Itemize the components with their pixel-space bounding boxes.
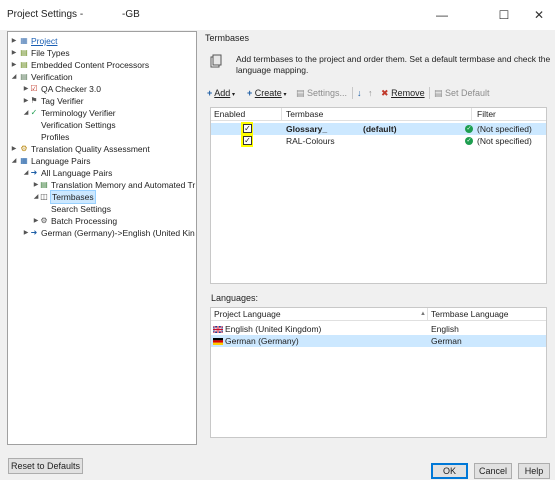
create-button[interactable]: + Create ▾ bbox=[247, 86, 286, 100]
tree-label[interactable]: File Types bbox=[31, 47, 70, 59]
column-separator[interactable] bbox=[471, 108, 472, 121]
tqa-icon: ⚙ bbox=[20, 144, 28, 153]
termbase-name: Glossary_ bbox=[286, 124, 328, 134]
move-down-icon[interactable]: ↓ bbox=[357, 86, 362, 100]
settings-button[interactable]: ▤ Settings... bbox=[296, 86, 347, 100]
expand-icon[interactable]: ▶ bbox=[10, 35, 18, 47]
verification-icon: ▤ bbox=[20, 72, 28, 81]
table-row[interactable]: ✓ RAL-Colours ✓ (Not specified) bbox=[211, 134, 546, 147]
project-language: German (Germany) bbox=[225, 336, 299, 346]
table-row[interactable]: ✓ Glossary_ (default) ✓ (Not specified) bbox=[211, 122, 546, 135]
tree-label[interactable]: All Language Pairs bbox=[41, 167, 112, 179]
arrow-right-icon: ➜ bbox=[30, 228, 38, 237]
tree-label[interactable]: Verification Settings bbox=[41, 119, 116, 131]
termbase-toolbar: + Add ▾ + Create ▾ ▤ Settings... ↓ ↑ ✖ R… bbox=[207, 86, 552, 100]
close-button[interactable]: ✕ bbox=[524, 5, 554, 25]
expand-icon[interactable]: ▶ bbox=[10, 47, 18, 59]
ok-button[interactable]: OK bbox=[431, 463, 468, 479]
table-row[interactable]: German (Germany) German bbox=[211, 335, 546, 347]
tree-label[interactable]: Verification bbox=[31, 71, 73, 83]
plus-icon: + bbox=[247, 88, 253, 98]
tree-label[interactable]: Tag Verifier bbox=[41, 95, 84, 107]
default-label: (default) bbox=[363, 124, 397, 134]
tree-label[interactable]: German (Germany)->English (United Kin bbox=[41, 227, 195, 239]
collapse-icon[interactable]: ◢ bbox=[10, 155, 18, 167]
cancel-button[interactable]: Cancel bbox=[474, 463, 512, 479]
termbase-language[interactable]: German bbox=[431, 335, 462, 347]
set-default-button[interactable]: ▤ Set Default bbox=[434, 86, 490, 100]
termbase-grid[interactable]: Enabled Termbase Filter ✓ Glossary_ (def… bbox=[210, 107, 547, 284]
embedded-content-icon: ▤ bbox=[20, 60, 28, 69]
tree-label[interactable]: Profiles bbox=[41, 131, 69, 143]
termbase-language[interactable]: English bbox=[431, 323, 459, 335]
tree-label[interactable]: Search Settings bbox=[51, 203, 111, 215]
settings-tree[interactable]: ▶ ▦ Project ▶ ▤ File Types ▶ ▤ Embedded … bbox=[7, 31, 197, 445]
tree-label[interactable]: Batch Processing bbox=[51, 215, 117, 227]
germany-flag-icon bbox=[213, 338, 223, 345]
settings-icon: ▤ bbox=[296, 88, 305, 98]
qa-checker-icon: ☑ bbox=[30, 84, 38, 93]
help-button[interactable]: Help bbox=[518, 463, 550, 479]
window-title: Project Settings - -GB bbox=[7, 9, 140, 20]
enabled-checkbox[interactable]: ✓ bbox=[243, 136, 252, 145]
tree-label[interactable]: Termbases bbox=[50, 190, 96, 204]
language-pairs-icon: ▦ bbox=[20, 156, 28, 165]
grid-header: Enabled Termbase Filter bbox=[211, 108, 546, 121]
column-separator[interactable] bbox=[427, 308, 428, 321]
tree-label[interactable]: QA Checker 3.0 bbox=[41, 83, 101, 95]
column-header-termbase-language[interactable]: Termbase Language bbox=[431, 309, 509, 319]
column-header-filter[interactable]: Filter bbox=[477, 109, 496, 119]
termbase-name: RAL-Colours bbox=[286, 136, 335, 146]
sort-ascending-icon: ▲ bbox=[420, 311, 426, 317]
column-header-termbase[interactable]: Termbase bbox=[286, 109, 323, 119]
reset-to-defaults-button[interactable]: Reset to Defaults bbox=[8, 458, 83, 474]
languages-grid[interactable]: Project Language ▲ Termbase Language Eng… bbox=[210, 307, 547, 438]
tree-label[interactable]: Translation Quality Assessment bbox=[31, 143, 150, 155]
tree-label[interactable]: Embedded Content Processors bbox=[31, 59, 149, 71]
project-language: English (United Kingdom) bbox=[225, 324, 322, 334]
uk-flag-icon bbox=[213, 326, 223, 333]
expand-icon[interactable]: ▶ bbox=[10, 143, 18, 155]
tree-label[interactable]: Language Pairs bbox=[31, 155, 91, 167]
filter-value[interactable]: (Not specified) bbox=[477, 123, 532, 135]
filter-value[interactable]: (Not specified) bbox=[477, 135, 532, 147]
tree-label[interactable]: Terminology Verifier bbox=[41, 107, 116, 119]
add-button[interactable]: + Add ▾ bbox=[207, 86, 235, 100]
move-up-icon[interactable]: ↑ bbox=[368, 86, 373, 100]
maximize-button[interactable]: ☐ bbox=[489, 5, 519, 25]
tree-label[interactable]: Project bbox=[31, 35, 57, 47]
remove-icon: ✖ bbox=[381, 88, 389, 98]
file-types-icon: ▤ bbox=[20, 48, 28, 57]
plus-icon: + bbox=[207, 88, 213, 98]
set-default-icon: ▤ bbox=[434, 88, 443, 98]
languages-label: Languages: bbox=[211, 293, 259, 303]
arrow-right-icon: ➜ bbox=[30, 168, 38, 177]
grid-header: Project Language ▲ Termbase Language bbox=[211, 308, 546, 321]
remove-button[interactable]: ✖ Remove bbox=[381, 86, 425, 100]
status-ok-icon: ✓ bbox=[465, 137, 473, 145]
translation-memory-icon: ▤ bbox=[40, 180, 48, 189]
collapse-icon[interactable]: ◢ bbox=[10, 71, 18, 83]
column-separator[interactable] bbox=[281, 108, 282, 121]
column-header-enabled[interactable]: Enabled bbox=[214, 109, 245, 119]
tag-icon: ⚑ bbox=[30, 96, 38, 105]
toolbar-separator bbox=[429, 87, 430, 99]
dropdown-arrow-icon: ▾ bbox=[281, 92, 287, 98]
dropdown-arrow-icon: ▾ bbox=[230, 92, 235, 98]
minimize-button[interactable]: — bbox=[427, 5, 457, 25]
title-bar: Project Settings - -GB — ☐ ✕ bbox=[0, 0, 555, 30]
terminology-icon: ✓ bbox=[30, 108, 38, 117]
toolbar-separator bbox=[352, 87, 353, 99]
termbase-stack-icon bbox=[210, 54, 222, 68]
termbase-icon: ◫ bbox=[40, 192, 48, 201]
column-header-project-language[interactable]: Project Language bbox=[214, 309, 281, 319]
table-row[interactable]: English (United Kingdom) English bbox=[211, 323, 546, 335]
gear-icon: ⚙ bbox=[40, 216, 48, 225]
section-title: Termbases bbox=[205, 33, 250, 43]
section-description: Add termbases to the project and order t… bbox=[236, 54, 551, 75]
status-ok-icon: ✓ bbox=[465, 125, 473, 133]
folder-icon: ▦ bbox=[20, 36, 28, 45]
enabled-checkbox[interactable]: ✓ bbox=[243, 124, 252, 133]
expand-icon[interactable]: ▶ bbox=[10, 59, 18, 71]
